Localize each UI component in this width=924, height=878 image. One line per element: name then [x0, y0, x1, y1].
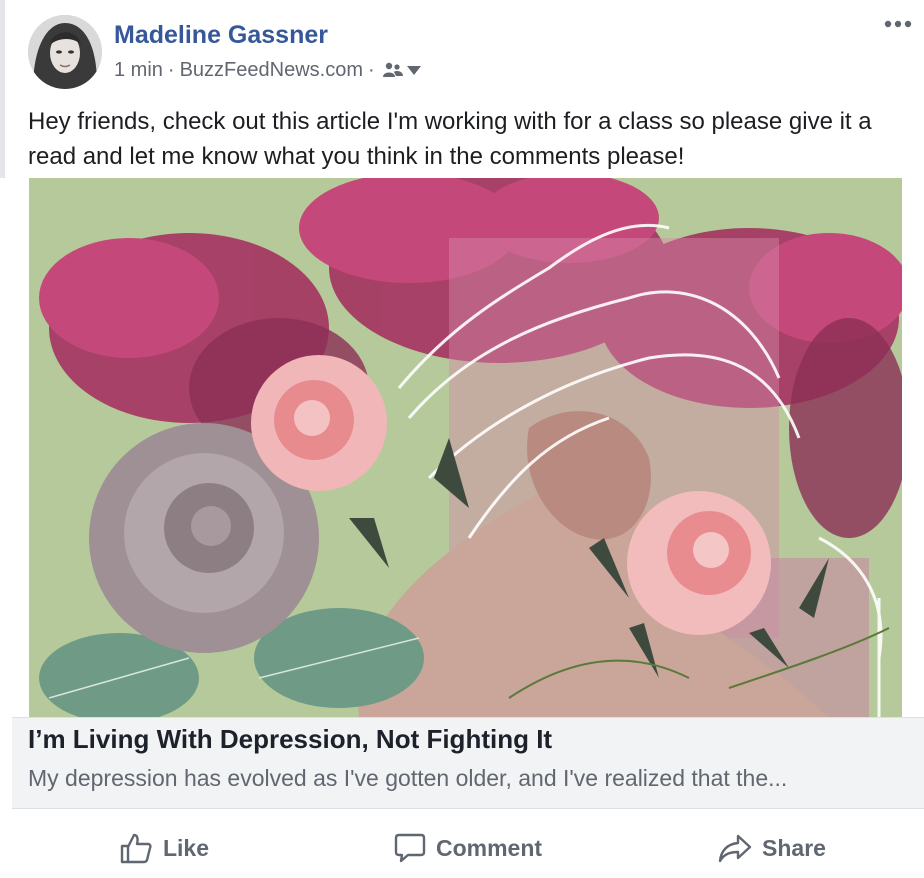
author-name[interactable]: Madeline Gassner — [114, 20, 328, 50]
post-actions: Like Comment Share — [12, 820, 924, 876]
post-text: Hey friends, check out this article I'm … — [28, 108, 872, 170]
like-button[interactable]: Like — [12, 820, 316, 876]
more-options-icon[interactable] — [882, 14, 914, 34]
comment-button[interactable]: Comment — [316, 820, 620, 876]
thumbs-up-icon — [120, 833, 152, 864]
collage-artwork — [29, 178, 902, 717]
friends-icon[interactable] — [382, 62, 404, 78]
post-source[interactable]: BuzzFeedNews.com — [180, 58, 363, 82]
share-label: Share — [762, 834, 826, 861]
comment-icon — [394, 833, 426, 863]
post-time[interactable]: 1 min — [114, 58, 163, 82]
share-button[interactable]: Share — [620, 820, 924, 876]
meta-separator: · — [367, 59, 375, 81]
caret-down-icon[interactable] — [406, 64, 422, 76]
meta-separator: · — [167, 59, 175, 81]
left-border — [0, 0, 5, 178]
link-title[interactable]: I’m Living With Depression, Not Fighting… — [28, 722, 552, 756]
share-arrow-icon — [718, 834, 752, 863]
avatar-photo — [28, 15, 102, 89]
like-label: Like — [162, 834, 210, 861]
comment-label: Comment — [435, 834, 543, 861]
link-description: My depression has evolved as I've gotten… — [28, 765, 788, 791]
post-meta: 1 min · BuzzFeedNews.com · — [114, 58, 422, 82]
avatar[interactable] — [28, 15, 102, 89]
link-preview-card[interactable]: I’m Living With Depression, Not Fighting… — [12, 717, 924, 809]
link-preview-image[interactable] — [29, 178, 902, 717]
